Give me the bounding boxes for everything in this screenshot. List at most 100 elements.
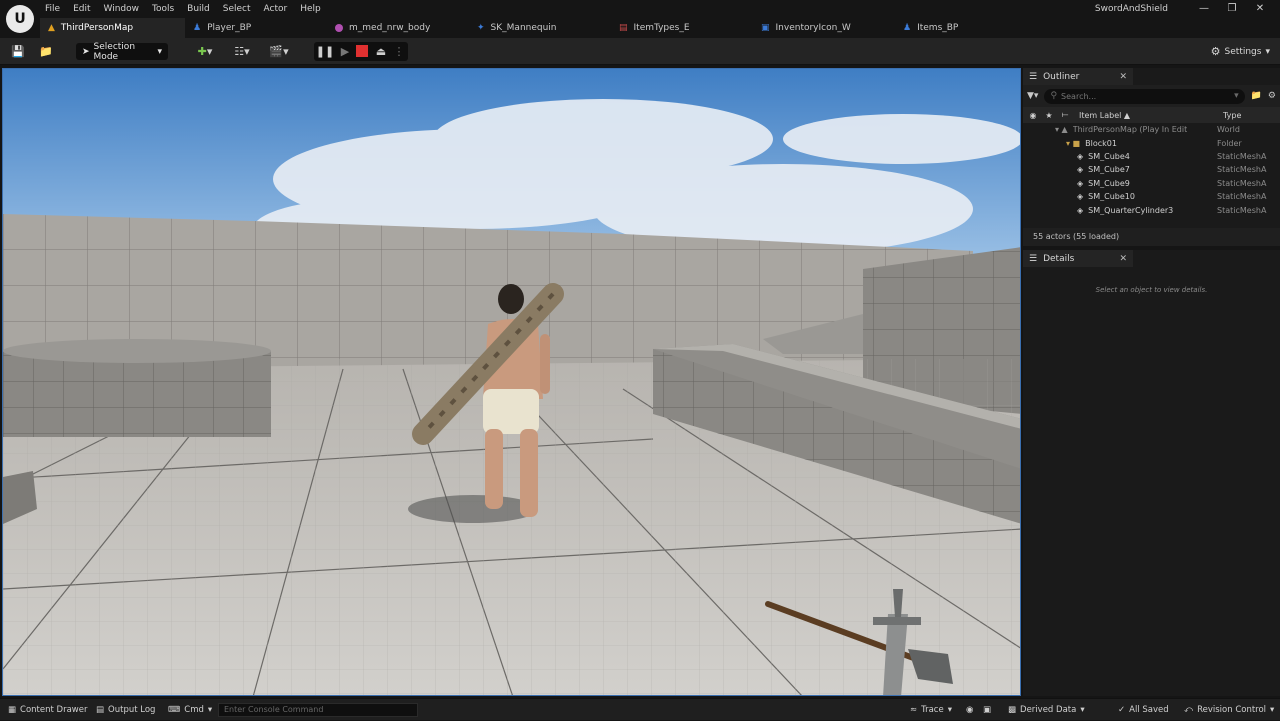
outliner-row[interactable]: ◈ SM_Cube4 StaticMeshA [1023,150,1280,163]
gear-icon[interactable]: ⚙ [1268,91,1276,101]
restore-icon[interactable]: ❐ [1218,0,1246,18]
stop-icon[interactable] [356,45,368,57]
revision-control-button[interactable]: ⤺ Revision Control ▾ [1184,699,1274,721]
actors-count: 55 actors (55 loaded) [1023,228,1280,246]
outliner-search-row: ▼▾ ⚲ ▾ 📁 ⚙ [1023,85,1280,107]
output-log-button[interactable]: ▤ Output Log [96,699,155,721]
outliner-row-label: SM_QuarterCylinder3 [1088,205,1174,215]
outliner-row[interactable]: ▾ ▲ ThirdPersonMap (Play In Edit World [1023,123,1280,136]
outliner-row[interactable]: ◈ SM_Cube7 StaticMeshA [1023,163,1280,176]
tab-inventoryicon-w[interactable]: ▣ InventoryIcon_W [753,18,895,38]
pin-icon[interactable]: ⟝ [1057,110,1073,120]
outliner-search[interactable]: ⚲ ▾ [1044,88,1245,104]
outliner-row[interactable]: ◈ SM_QuarterCylinder3 StaticMeshA [1023,203,1280,216]
level-icon: ▲ [48,23,55,33]
tab-thirdpersonmap[interactable]: ▲ ThirdPersonMap [40,18,185,38]
content-drawer-button[interactable]: ▦ Content Drawer [8,699,87,721]
output-log-label: Output Log [108,705,156,715]
outliner-row-type: World [1217,125,1240,135]
blueprint-icon: ♟ [903,23,912,33]
outliner-row-type: StaticMeshA [1217,178,1267,188]
menu-actor[interactable]: Actor [259,0,296,18]
unreal-logo-icon[interactable]: U [6,5,34,33]
skeleton-icon: ✦ [477,23,485,33]
tab-m-med-nrw-body[interactable]: m_med_nrw_body [327,18,469,38]
menu-help[interactable]: Help [295,0,329,18]
search-input[interactable] [1061,91,1231,101]
world-icon: ▾ ▲ [1055,125,1068,135]
outliner-icon: ☰ [1029,71,1038,82]
close-icon[interactable]: ✕ [1246,0,1274,18]
eject-icon[interactable]: ⏏ [374,44,388,59]
menu-file[interactable]: File [40,0,68,18]
tab-label: ThirdPersonMap [60,23,134,33]
menu-edit[interactable]: Edit [68,0,98,18]
outliner-row-label: SM_Cube9 [1088,178,1130,188]
browse-icon[interactable]: 📁 [38,44,54,59]
trace-label: Trace [921,705,944,715]
outliner-row[interactable]: ▾ ■ Block01 Folder [1023,136,1280,149]
selection-mode-dropdown[interactable]: ➤ Selection Mode ▾ [76,42,168,62]
visibility-icon[interactable]: ◉ [1025,111,1041,120]
record-icon[interactable]: ◉ [966,699,973,721]
column-item-label[interactable]: Item Label ▲ [1079,111,1219,120]
revision-control-label: Revision Control [1197,705,1267,715]
tab-itemtypes-e[interactable]: ▤ ItemTypes_E [611,18,753,38]
title-bar: U File Edit Window Tools Build Select Ac… [0,0,1280,38]
save-icon[interactable]: 💾 [10,44,26,59]
screenshot-icon[interactable]: ▣ [983,699,991,721]
filter-icon[interactable]: ▼▾ [1027,91,1038,101]
chevron-down-icon[interactable]: ▾ [1234,91,1239,101]
tab-items-bp[interactable]: ♟ Items_BP [895,18,1037,38]
tab-player-bp[interactable]: ♟ Player_BP [185,18,327,38]
play-controls: ❚❚ ▶ ⏏ ⋮ [314,42,408,61]
select-arrow-icon: ➤ [82,46,90,57]
new-folder-icon[interactable]: 📁 [1251,91,1262,101]
chevron-down-icon: ▾ [157,46,162,57]
menu-build[interactable]: Build [182,0,218,18]
outliner-row[interactable]: ◈ SM_Cube10 StaticMeshA [1023,190,1280,203]
outliner-row-type: StaticMeshA [1217,205,1267,215]
more-options-icon[interactable]: ⋮ [394,44,405,59]
level-viewport[interactable] [2,68,1021,696]
settings-button[interactable]: ⚙ Settings ▾ [1211,43,1270,60]
close-icon[interactable]: ✕ [1119,72,1127,82]
trace-button[interactable]: ≈ Trace ▾ [910,699,952,721]
cinematics-icon[interactable]: 🎬▾ [266,44,292,59]
menu-window[interactable]: Window [99,0,148,18]
tab-label: Items_BP [917,23,959,33]
tab-label: Player_BP [207,23,252,33]
game-scene[interactable] [3,69,1021,696]
outliner-tab[interactable]: ☰ Outliner ✕ [1023,68,1133,85]
trace-icon: ≈ [910,705,918,715]
content-drawer-icon: ▦ [8,705,17,715]
folder-icon: ▾ ■ [1066,138,1081,148]
outliner-row-type: Folder [1217,138,1242,148]
content-drawer-label: Content Drawer [20,705,88,715]
add-actor-icon[interactable]: ✚ ▾ [192,44,218,59]
console-command-input[interactable]: Enter Console Command [218,703,418,717]
revision-control-icon: ⤺ [1184,705,1194,715]
step-icon[interactable]: ▶ [338,44,352,59]
outliner-row[interactable]: ◈ SM_Cube9 StaticMeshA [1023,177,1280,190]
derived-data-button[interactable]: ▩ Derived Data ▾ [1008,699,1085,721]
all-saved-status[interactable]: ✓ All Saved [1118,699,1169,721]
tab-label: SK_Mannequin [490,23,557,33]
star-icon[interactable]: ★ [1041,111,1057,120]
cylinder-platform [3,339,271,437]
details-tab[interactable]: ☰ Details ✕ [1023,250,1133,267]
all-saved-label: All Saved [1129,705,1169,715]
pause-icon[interactable]: ❚❚ [316,44,334,59]
cmd-label: Cmd [184,705,204,715]
close-icon[interactable]: ✕ [1119,254,1127,264]
minimize-icon[interactable]: — [1190,0,1218,18]
column-type[interactable]: Type [1223,111,1241,120]
tab-sk-mannequin[interactable]: ✦ SK_Mannequin [469,18,611,38]
menu-select[interactable]: Select [218,0,259,18]
blueprint-menu-icon[interactable]: ☷▾ [229,44,255,59]
outliner-row-label: SM_Cube10 [1088,192,1135,202]
menu-tools[interactable]: Tools [147,0,182,18]
tab-label: m_med_nrw_body [349,23,431,33]
outliner-row-label: SM_Cube4 [1088,151,1130,161]
cmd-dropdown[interactable]: ⌨ Cmd ▾ [168,699,212,721]
